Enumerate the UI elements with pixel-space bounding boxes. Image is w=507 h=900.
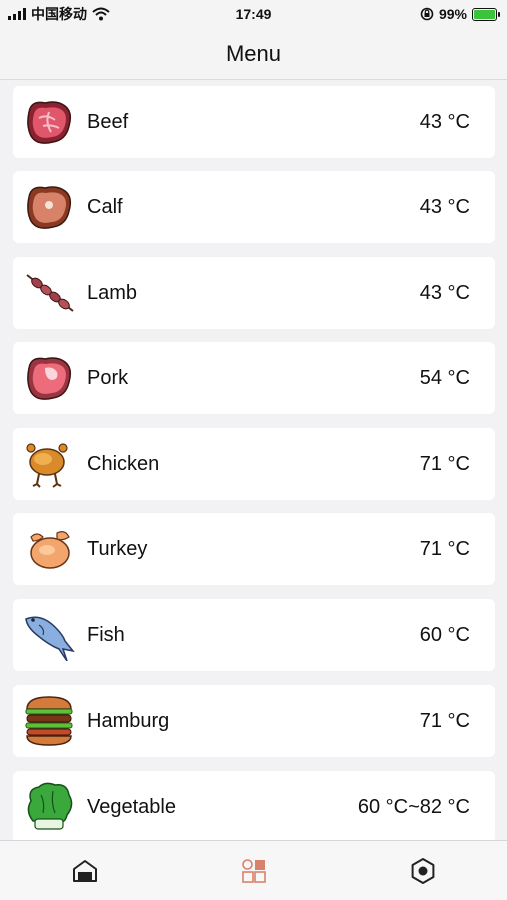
home-icon: [72, 859, 97, 882]
fish-icon: [23, 609, 75, 661]
status-right: 99%: [420, 6, 500, 22]
menu-item-hamburg[interactable]: Hamburg 71 °C: [13, 685, 495, 757]
status-bar: 中国移动 17:49 99%: [0, 0, 507, 28]
menu-item-temp: 60 °C: [419, 623, 470, 646]
tab-bar: [0, 840, 507, 900]
status-time: 17:49: [235, 6, 272, 22]
menu-item-temp: 54 °C: [419, 366, 470, 389]
settings-icon: [411, 857, 434, 884]
tab-menu[interactable]: [234, 851, 274, 891]
menu-item-name: Turkey: [87, 537, 148, 560]
menu-item-name: Chicken: [87, 452, 160, 475]
menu-item-beef[interactable]: Beef 43 °C: [13, 86, 495, 158]
menu-item-temp: 43 °C: [419, 110, 470, 133]
menu-item-temp: 60 °C~82 °C: [357, 795, 470, 818]
battery-icon: [472, 7, 500, 21]
menu-item-lamb[interactable]: Lamb 43 °C: [13, 257, 495, 329]
menu-item-pork[interactable]: Pork 54 °C: [13, 342, 495, 414]
battery-percent: 99%: [438, 6, 467, 22]
menu-item-name: Beef: [87, 110, 129, 133]
status-left: 中国移动: [8, 4, 110, 24]
menu-item-name: Lamb: [87, 281, 138, 304]
calf-steak-icon: [23, 181, 75, 233]
tab-settings[interactable]: [403, 851, 443, 891]
menu-item-temp: 43 °C: [419, 281, 470, 304]
menu-item-temp: 71 °C: [419, 537, 470, 560]
menu-grid-icon: [241, 858, 266, 883]
menu-item-temp: 71 °C: [419, 452, 470, 475]
menu-item-turkey[interactable]: Turkey 71 °C: [13, 513, 495, 585]
menu-item-temp: 71 °C: [419, 709, 470, 732]
menu-item-calf[interactable]: Calf 43 °C: [13, 171, 495, 243]
menu-item-name: Hamburg: [87, 709, 170, 732]
menu-item-name: Calf: [87, 195, 123, 218]
beef-steak-icon: [23, 96, 75, 148]
tab-home[interactable]: [65, 851, 105, 891]
carrier-label: 中国移动: [31, 6, 87, 22]
vegetable-icon: [23, 781, 75, 833]
menu-item-fish[interactable]: Fish 60 °C: [13, 599, 495, 671]
menu-item-name: Pork: [87, 366, 129, 389]
nav-bar: Menu: [0, 28, 507, 80]
pork-chop-icon: [23, 352, 75, 404]
page-title: Menu: [225, 40, 282, 66]
menu-item-name: Fish: [87, 623, 125, 646]
wifi-icon: [92, 7, 110, 21]
menu-item-name: Vegetable: [87, 795, 176, 818]
chicken-icon: [23, 438, 75, 490]
lamb-skewer-icon: [23, 267, 75, 319]
signal-icon: [8, 8, 26, 20]
turkey-icon: [23, 523, 75, 575]
hamburger-icon: [23, 695, 75, 747]
menu-item-vegetable[interactable]: Vegetable 60 °C~82 °C: [13, 771, 495, 840]
menu-list[interactable]: Beef 43 °C Calf 43 °C Lamb 43 °C Pork 54…: [0, 80, 507, 840]
menu-item-temp: 43 °C: [419, 195, 470, 218]
rotation-lock-icon: [420, 7, 434, 21]
menu-item-chicken[interactable]: Chicken 71 °C: [13, 428, 495, 500]
